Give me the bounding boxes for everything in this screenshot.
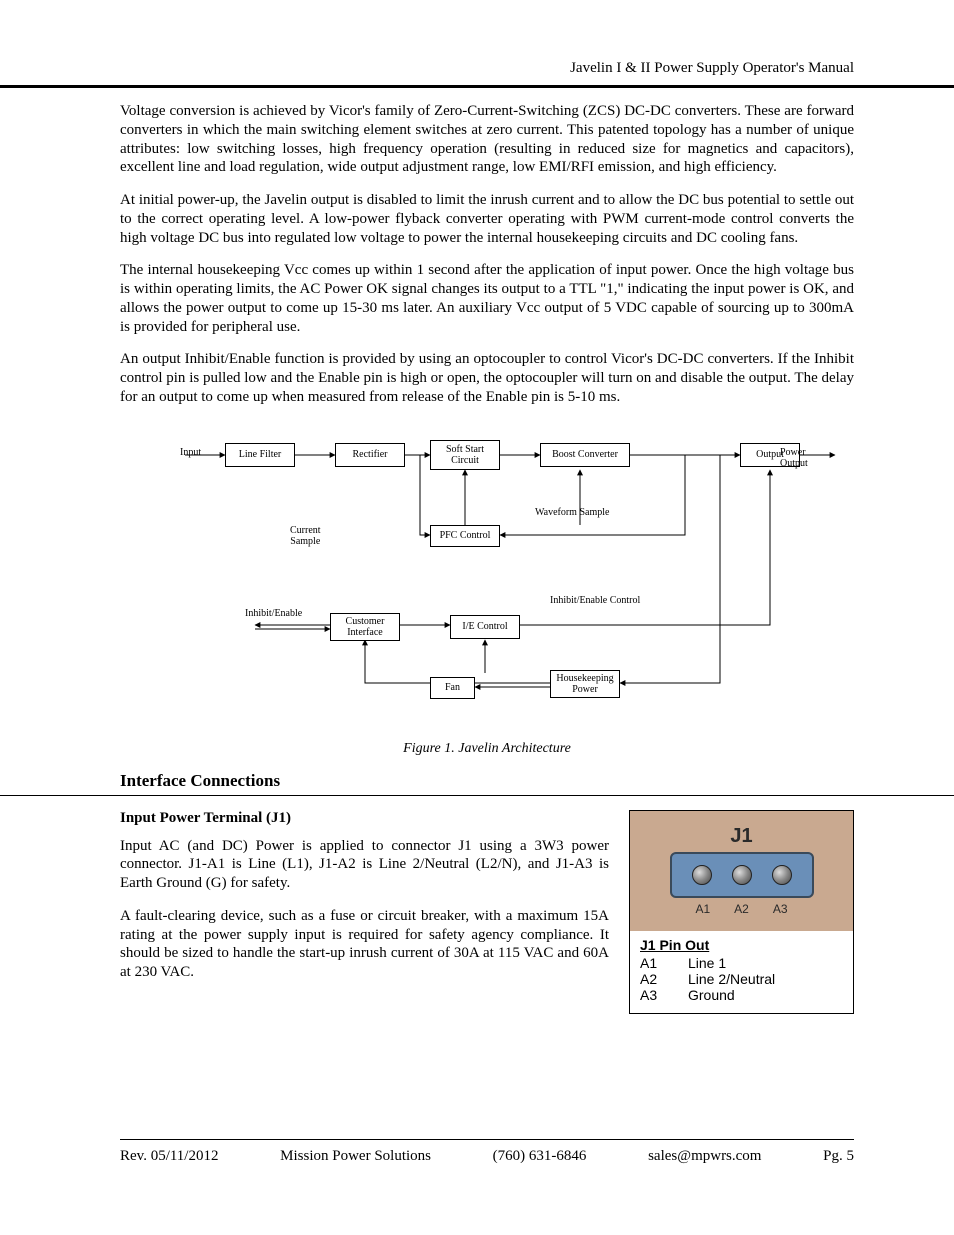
page-footer: Rev. 05/11/2012 Mission Power Solutions … xyxy=(120,1139,854,1165)
connector-pin-a3 xyxy=(772,865,792,885)
left-column: Input Power Terminal (J1) Input AC (and … xyxy=(120,810,609,1014)
paragraph-2: At initial power-up, the Javelin output … xyxy=(120,191,854,247)
label-current-sample: Current Sample xyxy=(290,525,321,547)
section-interface-connections: Interface Connections xyxy=(120,771,854,791)
right-column: J1 A1 A2 A3 J1 Pin Out xyxy=(629,810,854,1014)
section-rule xyxy=(0,795,954,796)
footer-email: sales@mpwrs.com xyxy=(648,1148,761,1165)
pinout-desc: Line 2/Neutral xyxy=(688,971,775,987)
pinout-row-a1: A1 Line 1 xyxy=(640,955,843,971)
box-soft-start: Soft Start Circuit xyxy=(430,440,500,470)
pinout-desc: Line 1 xyxy=(688,955,726,971)
diagram-arrows xyxy=(120,425,854,735)
connector-pin-a1 xyxy=(692,865,712,885)
box-line-filter: Line Filter xyxy=(225,443,295,467)
footer-rev: Rev. 05/11/2012 xyxy=(120,1148,218,1165)
connector-drawing: J1 A1 A2 A3 xyxy=(630,811,853,931)
pinout-box: J1 A1 A2 A3 J1 Pin Out xyxy=(629,810,854,1014)
pinout-desc: Ground xyxy=(688,987,735,1003)
pinout-title: J1 Pin Out xyxy=(640,937,843,953)
pinout-row-a3: A3 Ground xyxy=(640,987,843,1003)
page: Javelin I & II Power Supply Operator's M… xyxy=(0,0,954,1235)
two-column-layout: Input Power Terminal (J1) Input AC (and … xyxy=(120,810,854,1014)
box-rectifier: Rectifier xyxy=(335,443,405,467)
connector-label: J1 xyxy=(730,825,752,848)
interface-content: Input Power Terminal (J1) Input AC (and … xyxy=(0,810,954,1014)
pinout-pin: A2 xyxy=(640,971,688,987)
pinout-pin: A3 xyxy=(640,987,688,1003)
footer-phone: (760) 631-6846 xyxy=(493,1148,587,1165)
pinlabel-a2: A2 xyxy=(734,902,749,916)
subheading-input-terminal: Input Power Terminal (J1) xyxy=(120,810,609,827)
pinout-row-a2: A2 Line 2/Neutral xyxy=(640,971,843,987)
header-rule xyxy=(0,85,954,88)
paragraph-3: The internal housekeeping Vcc comes up w… xyxy=(120,261,854,336)
box-boost-converter: Boost Converter xyxy=(540,443,630,467)
pinout-list: J1 Pin Out A1 Line 1 A2 Line 2/Neutral A… xyxy=(630,931,853,1013)
pinlabel-a3: A3 xyxy=(773,902,788,916)
page-header: Javelin I & II Power Supply Operator's M… xyxy=(0,0,954,77)
pinlabel-a1: A1 xyxy=(695,902,710,916)
label-ie-control: Inhibit/Enable Control xyxy=(550,595,640,606)
figure-caption: Figure 1. Javelin Architecture xyxy=(120,741,854,757)
footer-page: Pg. 5 xyxy=(823,1148,854,1165)
j1-paragraph-1: Input AC (and DC) Power is applied to co… xyxy=(120,837,609,893)
architecture-diagram: Input Line Filter Rectifier Soft Start C… xyxy=(120,425,854,735)
box-pfc-control: PFC Control xyxy=(430,525,500,547)
connector-pin-a2 xyxy=(732,865,752,885)
connector-body xyxy=(670,852,814,898)
j1-paragraph-2: A fault-clearing device, such as a fuse … xyxy=(120,907,609,982)
page-content: Voltage conversion is achieved by Vicor'… xyxy=(0,102,954,791)
label-input: Input xyxy=(180,447,201,458)
header-title: Javelin I & II Power Supply Operator's M… xyxy=(570,60,854,76)
box-ie-control: I/E Control xyxy=(450,615,520,639)
box-housekeeping: Housekeeping Power xyxy=(550,670,620,698)
footer-company: Mission Power Solutions xyxy=(280,1148,431,1165)
pinout-pin: A1 xyxy=(640,955,688,971)
connector-pin-labels: A1 A2 A3 xyxy=(672,902,812,916)
box-fan: Fan xyxy=(430,677,475,699)
label-waveform-sample: Waveform Sample xyxy=(535,507,609,518)
box-customer-interface: Customer Interface xyxy=(330,613,400,641)
paragraph-1: Voltage conversion is achieved by Vicor'… xyxy=(120,102,854,177)
paragraph-4: An output Inhibit/Enable function is pro… xyxy=(120,350,854,406)
label-power-output: Power Output xyxy=(780,447,808,469)
label-inhibit-enable: Inhibit/Enable xyxy=(245,608,302,619)
